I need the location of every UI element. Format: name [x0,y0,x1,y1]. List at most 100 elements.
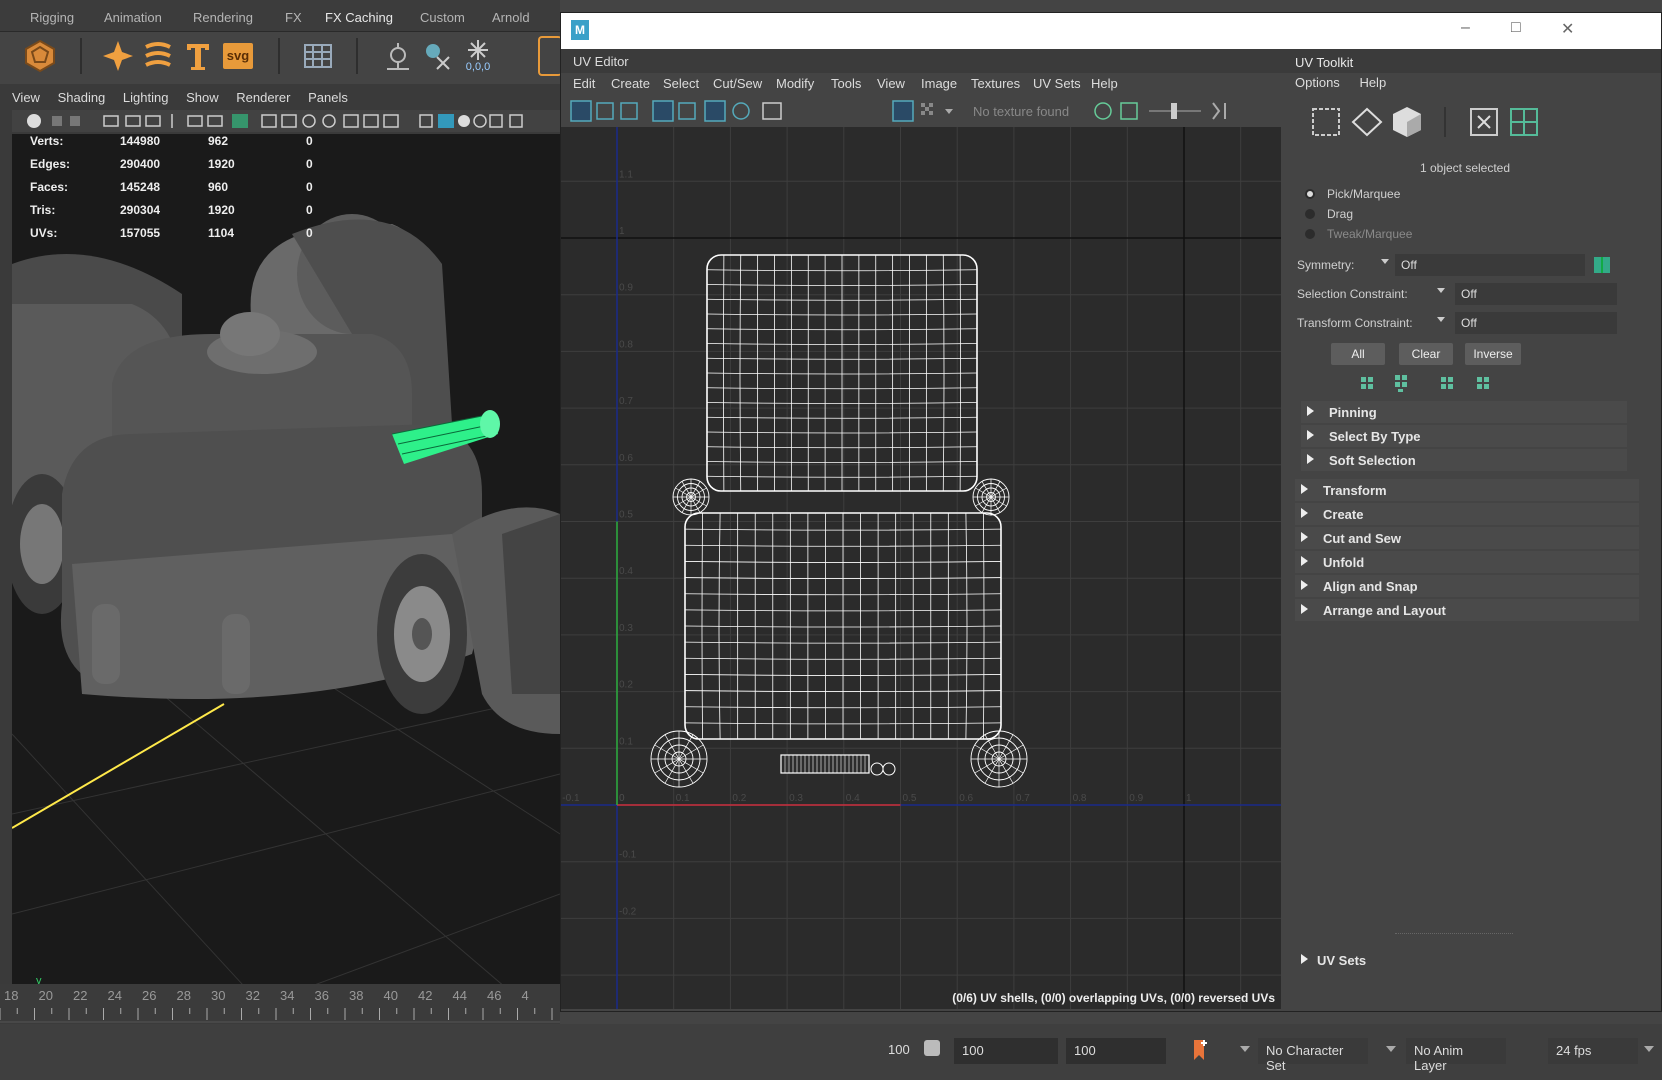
snowflake-particle-icon[interactable]: 0,0,0 [458,36,498,76]
uv-shell-seat[interactable] [684,512,1002,740]
symmetry-axis-icon[interactable] [1593,256,1611,274]
shelf-tab-rigging[interactable]: Rigging [30,10,74,25]
uv-editor-tab[interactable]: UV Editor [573,54,629,69]
playback-start-field[interactable]: 100 [954,1038,1058,1064]
stat-a: 145248 [120,180,161,194]
anim-layer-dropdown[interactable]: No Anim Layer [1406,1038,1506,1073]
chevron-down-icon[interactable] [1240,1046,1250,1052]
playback-end-field[interactable]: 100 [1066,1038,1166,1064]
section-create[interactable]: Create [1295,503,1639,525]
uv-toolbar-icons[interactable] [561,95,1283,127]
mode-drag[interactable]: Drag [1305,207,1353,221]
tk-menu-help[interactable]: Help [1359,75,1386,90]
section-transform[interactable]: Transform [1295,479,1639,501]
uv-shell-ring[interactable] [672,478,710,516]
uv-shell-backrest[interactable] [706,254,978,492]
chevron-down-icon[interactable] [1437,288,1445,293]
uv-menu-modify[interactable]: Modify [776,76,814,91]
uv-grid-label-v: 0.5 [619,510,633,521]
chevron-down-icon[interactable] [1381,259,1389,264]
symmetry-dropdown[interactable]: Off [1395,254,1585,276]
type-text-icon[interactable] [178,36,218,76]
locator-icon[interactable] [378,36,418,76]
stat-label: Faces: [30,180,69,194]
vp-menu-show[interactable]: Show [186,90,219,105]
viewport-toolbar-icons[interactable] [12,110,560,132]
uv-menu-textures[interactable]: Textures [971,76,1020,91]
chevron-down-icon[interactable] [1437,317,1445,322]
uv-shell-ring[interactable] [970,730,1028,788]
uv-grid-label-v: -0.2 [619,906,637,917]
close-button[interactable]: ✕ [1561,19,1574,39]
chevron-down-icon[interactable] [1386,1046,1396,1052]
uv-menu-uvsets[interactable]: UV Sets [1033,76,1081,91]
uv-menu-cutsew[interactable]: Cut/Sew [713,76,762,91]
star-burst-icon[interactable] [98,36,138,76]
uv-menu-select[interactable]: Select [663,76,699,91]
mode-pick-marquee[interactable]: Pick/Marquee [1305,187,1400,201]
vp-menu-panels[interactable]: Panels [308,90,348,105]
grow-shrink-icons[interactable] [1285,371,1661,393]
sweep-icon[interactable] [138,36,178,76]
resize-grip[interactable] [1395,933,1513,934]
vp-menu-lighting[interactable]: Lighting [123,90,169,105]
uv-menu-help[interactable]: Help [1091,76,1118,91]
section-unfold[interactable]: Unfold [1295,551,1639,573]
uv-shell-ring[interactable] [972,478,1010,516]
time-slider[interactable]: 18 20 22 24 26 28 30 32 34 36 38 40 42 44 46 4 [0,984,560,1024]
uv-menu-tools[interactable]: Tools [831,76,861,91]
section-label: Select By Type [1329,429,1421,444]
select-all-button[interactable]: All [1331,343,1385,365]
mode-tweak-marquee[interactable]: Tweak/Marquee [1305,227,1412,241]
vp-menu-shading[interactable]: Shading [58,90,106,105]
clear-selection-button[interactable]: Clear [1399,343,1453,365]
uv-shell-ring[interactable] [650,730,708,788]
shelf-tab-fx-caching[interactable]: FX Caching [325,10,393,25]
polyhedron-icon[interactable] [20,36,60,76]
svg-icon[interactable]: svg [218,36,258,76]
auto-key-icon[interactable] [1190,1038,1210,1062]
section-soft-selection[interactable]: Soft Selection [1301,449,1627,471]
grid-table-icon[interactable] [298,36,338,76]
shelf-tab-custom[interactable]: Custom [420,10,465,25]
uv-window-titlebar[interactable]: M – □ ✕ [561,13,1661,49]
section-cut-and-sew[interactable]: Cut and Sew [1295,527,1639,549]
shelf-separator [278,38,280,74]
section-select-by-type[interactable]: Select By Type [1301,425,1627,447]
shelf-tab-fx[interactable]: FX [285,10,302,25]
section-arrange-and-layout[interactable]: Arrange and Layout [1295,599,1639,621]
character-set-dropdown[interactable]: No Character Set [1258,1038,1368,1073]
selection-constraint-dropdown[interactable]: Off [1455,283,1617,305]
range-handle[interactable] [924,1040,940,1056]
uv-canvas[interactable]: 1.1 1 0.9 0.8 0.7 0.6 0.5 0.4 0.3 0.2 0.1 0 -0.1 -0.2… [561,127,1281,1009]
maximize-button[interactable]: □ [1511,19,1521,37]
uv-menu-edit[interactable]: Edit [573,76,595,91]
section-uv-sets[interactable]: UV Sets [1295,949,1639,971]
invert-selection-button[interactable]: Inverse [1465,343,1521,365]
radio-dot [1305,209,1315,219]
fps-dropdown[interactable]: 24 fps [1548,1038,1638,1064]
vp-menu-renderer[interactable]: Renderer [236,90,290,105]
stat-row: Edges: 290400 1920 0 [30,157,346,180]
vp-menu-view[interactable]: View [12,90,40,105]
uv-shell-strip[interactable] [780,754,896,776]
minimize-button[interactable]: – [1461,19,1470,37]
uv-menu-image[interactable]: Image [921,76,957,91]
shelf-tab-rendering[interactable]: Rendering [193,10,253,25]
viewport-3d-view[interactable]: y x Verts:1449809620Edges:29040019200Fac… [12,134,560,1060]
shell-mode-icon [1393,107,1421,137]
section-align-and-snap[interactable]: Align and Snap [1295,575,1639,597]
section-pinning[interactable]: Pinning [1301,401,1627,423]
cache-icon[interactable] [418,36,458,76]
transform-constraint-dropdown[interactable]: Off [1455,312,1617,334]
tk-menu-options[interactable]: Options [1295,75,1340,90]
expand-triangle-icon [1307,430,1314,440]
component-mode-icons[interactable] [1285,101,1661,141]
shelf-tab-animation[interactable]: Animation [104,10,162,25]
mode-label: Drag [1327,207,1354,221]
chevron-down-icon[interactable] [1644,1046,1654,1052]
shelf-tab-arnold[interactable]: Arnold [492,10,530,25]
uv-menu-view[interactable]: View [877,76,905,91]
uv-menu-create[interactable]: Create [611,76,650,91]
shelf-overflow-icon[interactable] [538,36,562,76]
